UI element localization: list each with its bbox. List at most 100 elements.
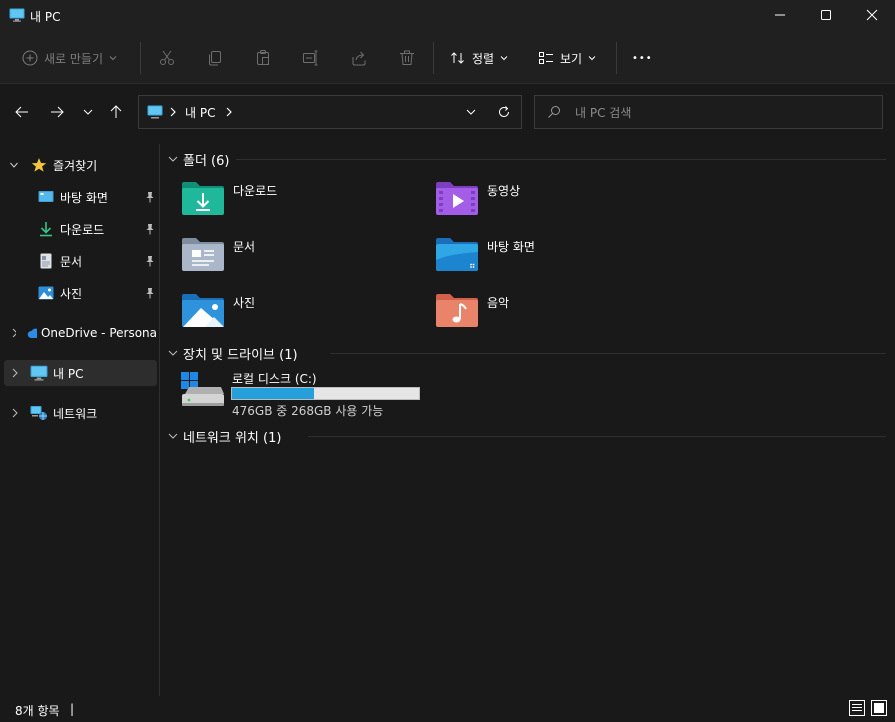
this-pc-icon [147, 105, 163, 119]
details-view-icon [849, 700, 865, 716]
search-icon [548, 106, 560, 118]
rename-button[interactable] [299, 46, 323, 70]
arrow-up-icon [110, 105, 122, 118]
refresh-icon[interactable] [497, 105, 511, 119]
navigation-pane: 즐겨찾기 바탕 화면 다운로드 문서 사진 OneDrive - Persona… [0, 144, 160, 696]
pictures-folder-icon [182, 294, 224, 327]
breadcrumb-this-pc[interactable]: 내 PC [185, 104, 215, 121]
chevron-down-icon [83, 109, 93, 115]
music-folder-icon [436, 294, 478, 327]
chevron-right-icon[interactable] [11, 368, 19, 378]
details-view-button[interactable] [849, 700, 865, 716]
delete-button[interactable] [395, 46, 419, 70]
this-pc-icon [30, 365, 48, 381]
up-button[interactable] [104, 100, 128, 124]
group-header-label: 장치 및 드라이브 (1) [183, 347, 298, 363]
sidebar-item-label: 내 PC [53, 366, 84, 381]
pictures-icon [38, 286, 54, 300]
tiles-view-button[interactable] [871, 700, 887, 716]
group-header-devices[interactable]: 장치 및 드라이브 (1) [168, 344, 298, 363]
download-icon [40, 222, 52, 237]
copy-icon [209, 51, 221, 66]
forward-button[interactable] [45, 100, 69, 124]
folder-label: 사진 [233, 296, 256, 310]
recent-locations-button[interactable] [76, 100, 100, 124]
toolbar-divider [616, 42, 617, 74]
close-icon [866, 9, 878, 21]
sidebar-item-this-pc[interactable]: 내 PC [4, 360, 157, 386]
new-button[interactable]: 새로 만들기 [14, 44, 125, 72]
sidebar-item-favorites[interactable]: 즐겨찾기 [4, 152, 157, 178]
search-placeholder: 내 PC 검색 [575, 105, 632, 120]
address-history-chevron-icon[interactable] [465, 106, 477, 118]
group-header-folders[interactable]: 폴더 (6) [168, 150, 229, 169]
local-disk-icon [181, 372, 224, 406]
sidebar-item-label: OneDrive - Persona [40, 326, 157, 340]
search-box[interactable]: 내 PC 검색 [534, 95, 883, 129]
copy-button[interactable] [203, 46, 227, 70]
document-icon [40, 253, 52, 269]
pin-icon[interactable] [144, 255, 156, 267]
minimize-button[interactable] [757, 0, 803, 30]
chevron-right-icon[interactable] [11, 408, 19, 418]
cut-button[interactable] [155, 46, 179, 70]
folder-item-music[interactable]: 음악 [435, 292, 635, 332]
downloads-folder-icon [182, 182, 224, 215]
documents-folder-icon [182, 238, 224, 271]
sidebar-item-label: 바탕 화면 [60, 190, 108, 205]
drive-space-text: 476GB 중 268GB 사용 가능 [232, 404, 384, 418]
command-bar: 새로 만들기 정렬 보기 ••• [0, 32, 895, 84]
folder-item-pictures[interactable]: 사진 [181, 292, 381, 332]
maximize-button[interactable] [803, 0, 849, 30]
navigation-bar: 내 PC 내 PC 검색 [0, 85, 895, 139]
desktop-folder-icon [436, 238, 478, 271]
rename-icon [303, 50, 318, 66]
folder-label: 바탕 화면 [487, 240, 535, 254]
window-title: 내 PC [30, 10, 61, 24]
folder-label: 문서 [233, 240, 256, 254]
sidebar-item-network[interactable]: 네트워크 [4, 400, 157, 426]
title-bar[interactable]: 내 PC [0, 0, 895, 32]
cut-icon [160, 50, 174, 65]
folder-item-videos[interactable]: 동영상 [435, 180, 635, 220]
sort-icon [451, 52, 464, 64]
sidebar-item-pictures[interactable]: 사진 [4, 280, 157, 306]
view-icon [539, 52, 553, 64]
pin-icon[interactable] [144, 287, 156, 299]
view-button[interactable]: 보기 [538, 44, 596, 72]
group-header-network-locations[interactable]: 네트워크 위치 (1) [168, 427, 281, 446]
sidebar-item-downloads[interactable]: 다운로드 [4, 216, 157, 242]
sidebar-item-onedrive[interactable]: OneDrive - Persona [4, 320, 157, 346]
folder-item-downloads[interactable]: 다운로드 [181, 180, 381, 220]
share-button[interactable] [347, 46, 371, 70]
status-bar: 8개 항목 | [0, 696, 895, 722]
trash-icon [400, 50, 414, 65]
view-label: 보기 [560, 51, 583, 66]
more-options-button[interactable]: ••• [632, 44, 653, 72]
address-bar[interactable]: 내 PC [138, 95, 522, 129]
folder-label: 다운로드 [233, 184, 278, 198]
drive-item-c[interactable]: 로컬 디스크 (C:) 476GB 중 268GB 사용 가능 [181, 370, 421, 418]
maximize-icon [821, 10, 831, 20]
back-button[interactable] [10, 100, 34, 124]
pin-icon[interactable] [144, 223, 156, 235]
arrow-right-icon [51, 106, 64, 118]
drive-usage-fill [232, 388, 314, 399]
chevron-down-icon [168, 156, 178, 162]
folder-item-desktop[interactable]: 바탕 화면 [435, 236, 635, 276]
sidebar-item-desktop[interactable]: 바탕 화면 [4, 184, 157, 210]
folder-item-documents[interactable]: 문서 [181, 236, 381, 276]
chevron-down-icon[interactable] [10, 160, 18, 170]
tiles-view-icon [871, 700, 887, 716]
paste-button[interactable] [251, 46, 275, 70]
chevron-right-icon[interactable] [225, 107, 233, 117]
sort-button[interactable]: 정렬 [450, 44, 508, 72]
group-divider [308, 436, 886, 437]
chevron-right-icon [170, 107, 176, 117]
drive-usage-bar [231, 387, 420, 400]
add-icon [22, 50, 38, 66]
sidebar-item-documents[interactable]: 문서 [4, 248, 157, 274]
close-button[interactable] [849, 0, 895, 30]
chevron-right-icon[interactable] [11, 328, 16, 338]
pin-icon[interactable] [144, 191, 156, 203]
